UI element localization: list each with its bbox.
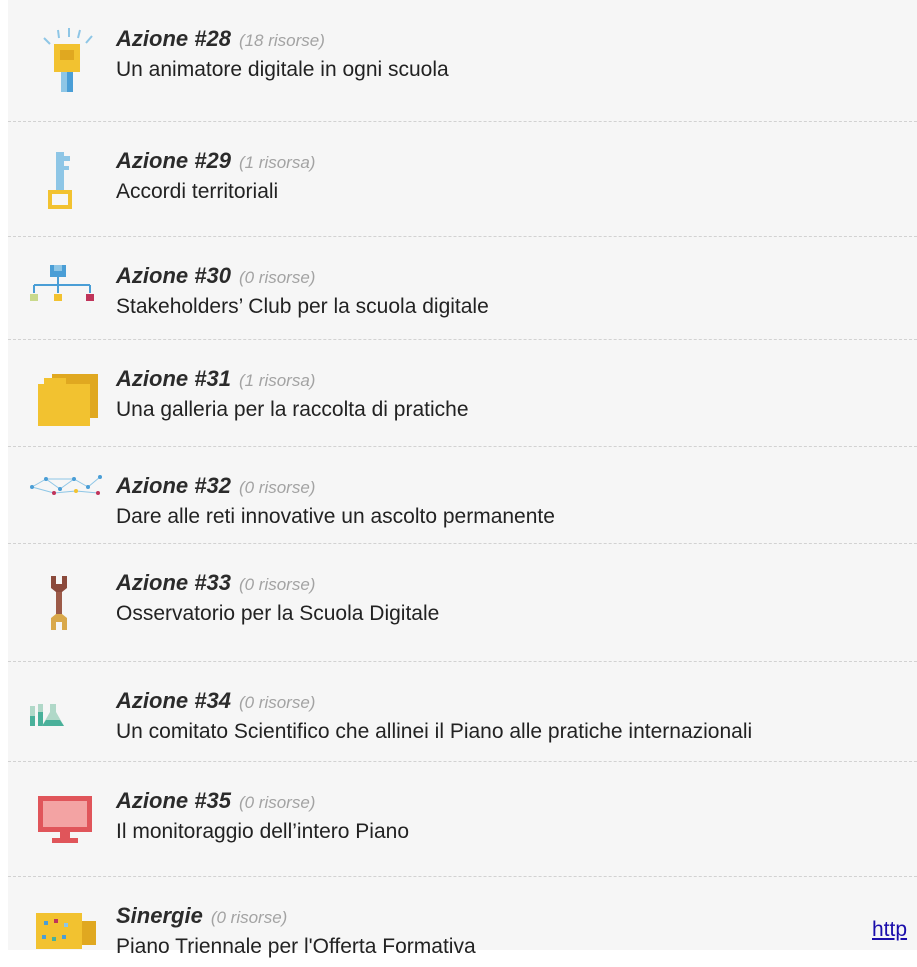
action-description: Un animatore digitale in ogni scuola	[116, 58, 449, 81]
action-item-35[interactable]: Azione #35 (0 risorse) Il monitoraggio de…	[8, 762, 917, 877]
action-item-28[interactable]: Azione #28 (18 risorse) Un animatore digi…	[8, 0, 917, 122]
board-icon	[34, 907, 104, 967]
action-item-30[interactable]: Azione #30 (0 risorse) Stakeholders’ Club…	[8, 237, 917, 340]
resource-count: (0 risorse)	[238, 693, 316, 712]
network-tree-icon	[22, 263, 94, 323]
action-item-33[interactable]: Azione #33 (0 risorse) Osservatorio per l…	[8, 544, 917, 662]
lamp-icon	[34, 22, 104, 92]
resource-count: (0 risorse)	[238, 575, 316, 594]
action-item-34[interactable]: Azione #34 (0 risorse) Un comitato Scient…	[8, 662, 917, 762]
action-description: Il monitoraggio dell’intero Piano	[116, 820, 410, 843]
folder-icon	[34, 368, 104, 428]
key-icon	[34, 146, 104, 209]
action-title: Azione #30 (0 risorse)	[116, 263, 316, 288]
action-item-31[interactable]: Azione #31 (1 risorsa) Una galleria per l…	[8, 340, 917, 447]
resource-count: (18 risorse)	[238, 31, 325, 50]
wrench-icon	[34, 572, 104, 632]
action-description: Piano Triennale per l'Offerta Formativa	[116, 935, 476, 958]
lab-flasks-icon	[26, 698, 96, 758]
action-item-sinergie[interactable]: Sinergie (0 risorse) Piano Triennale per …	[8, 877, 917, 958]
action-title: Azione #33 (0 risorse)	[116, 570, 316, 595]
resource-count: (0 risorse)	[238, 478, 316, 497]
action-title: Azione #28 (18 risorse)	[116, 26, 325, 51]
resource-count: (0 risorse)	[210, 908, 288, 927]
resource-count: (1 risorsa)	[238, 371, 316, 390]
action-title: Azione #29 (1 risorsa)	[116, 148, 316, 173]
action-item-32[interactable]: Azione #32 (0 risorse) Dare alle reti inn…	[8, 447, 917, 544]
action-description: Osservatorio per la Scuola Digitale	[116, 602, 440, 625]
action-description: Una galleria per la raccolta di pratiche	[116, 398, 469, 421]
action-description: Accordi territoriali	[116, 180, 279, 203]
action-title: Sinergie (0 risorse)	[116, 903, 288, 928]
network-dots-icon	[26, 471, 102, 531]
action-title: Azione #32 (0 risorse)	[116, 473, 316, 498]
resource-count: (0 risorse)	[238, 793, 316, 812]
actions-list: Azione #28 (18 risorse) Un animatore digi…	[8, 0, 917, 958]
footer-link[interactable]: http	[872, 918, 907, 942]
action-description: Stakeholders’ Club per la scuola digital…	[116, 295, 489, 318]
action-title: Azione #35 (0 risorse)	[116, 788, 316, 813]
action-description: Un comitato Scientifico che allinei il P…	[116, 720, 753, 743]
action-title: Azione #34 (0 risorse)	[116, 688, 316, 713]
resource-count: (0 risorse)	[238, 268, 316, 287]
monitor-icon	[34, 792, 104, 852]
action-title: Azione #31 (1 risorsa)	[116, 366, 316, 391]
action-item-29[interactable]: Azione #29 (1 risorsa) Accordi territoria…	[8, 122, 917, 237]
resource-count: (1 risorsa)	[238, 153, 316, 172]
action-description: Dare alle reti innovative un ascolto per…	[116, 505, 555, 528]
